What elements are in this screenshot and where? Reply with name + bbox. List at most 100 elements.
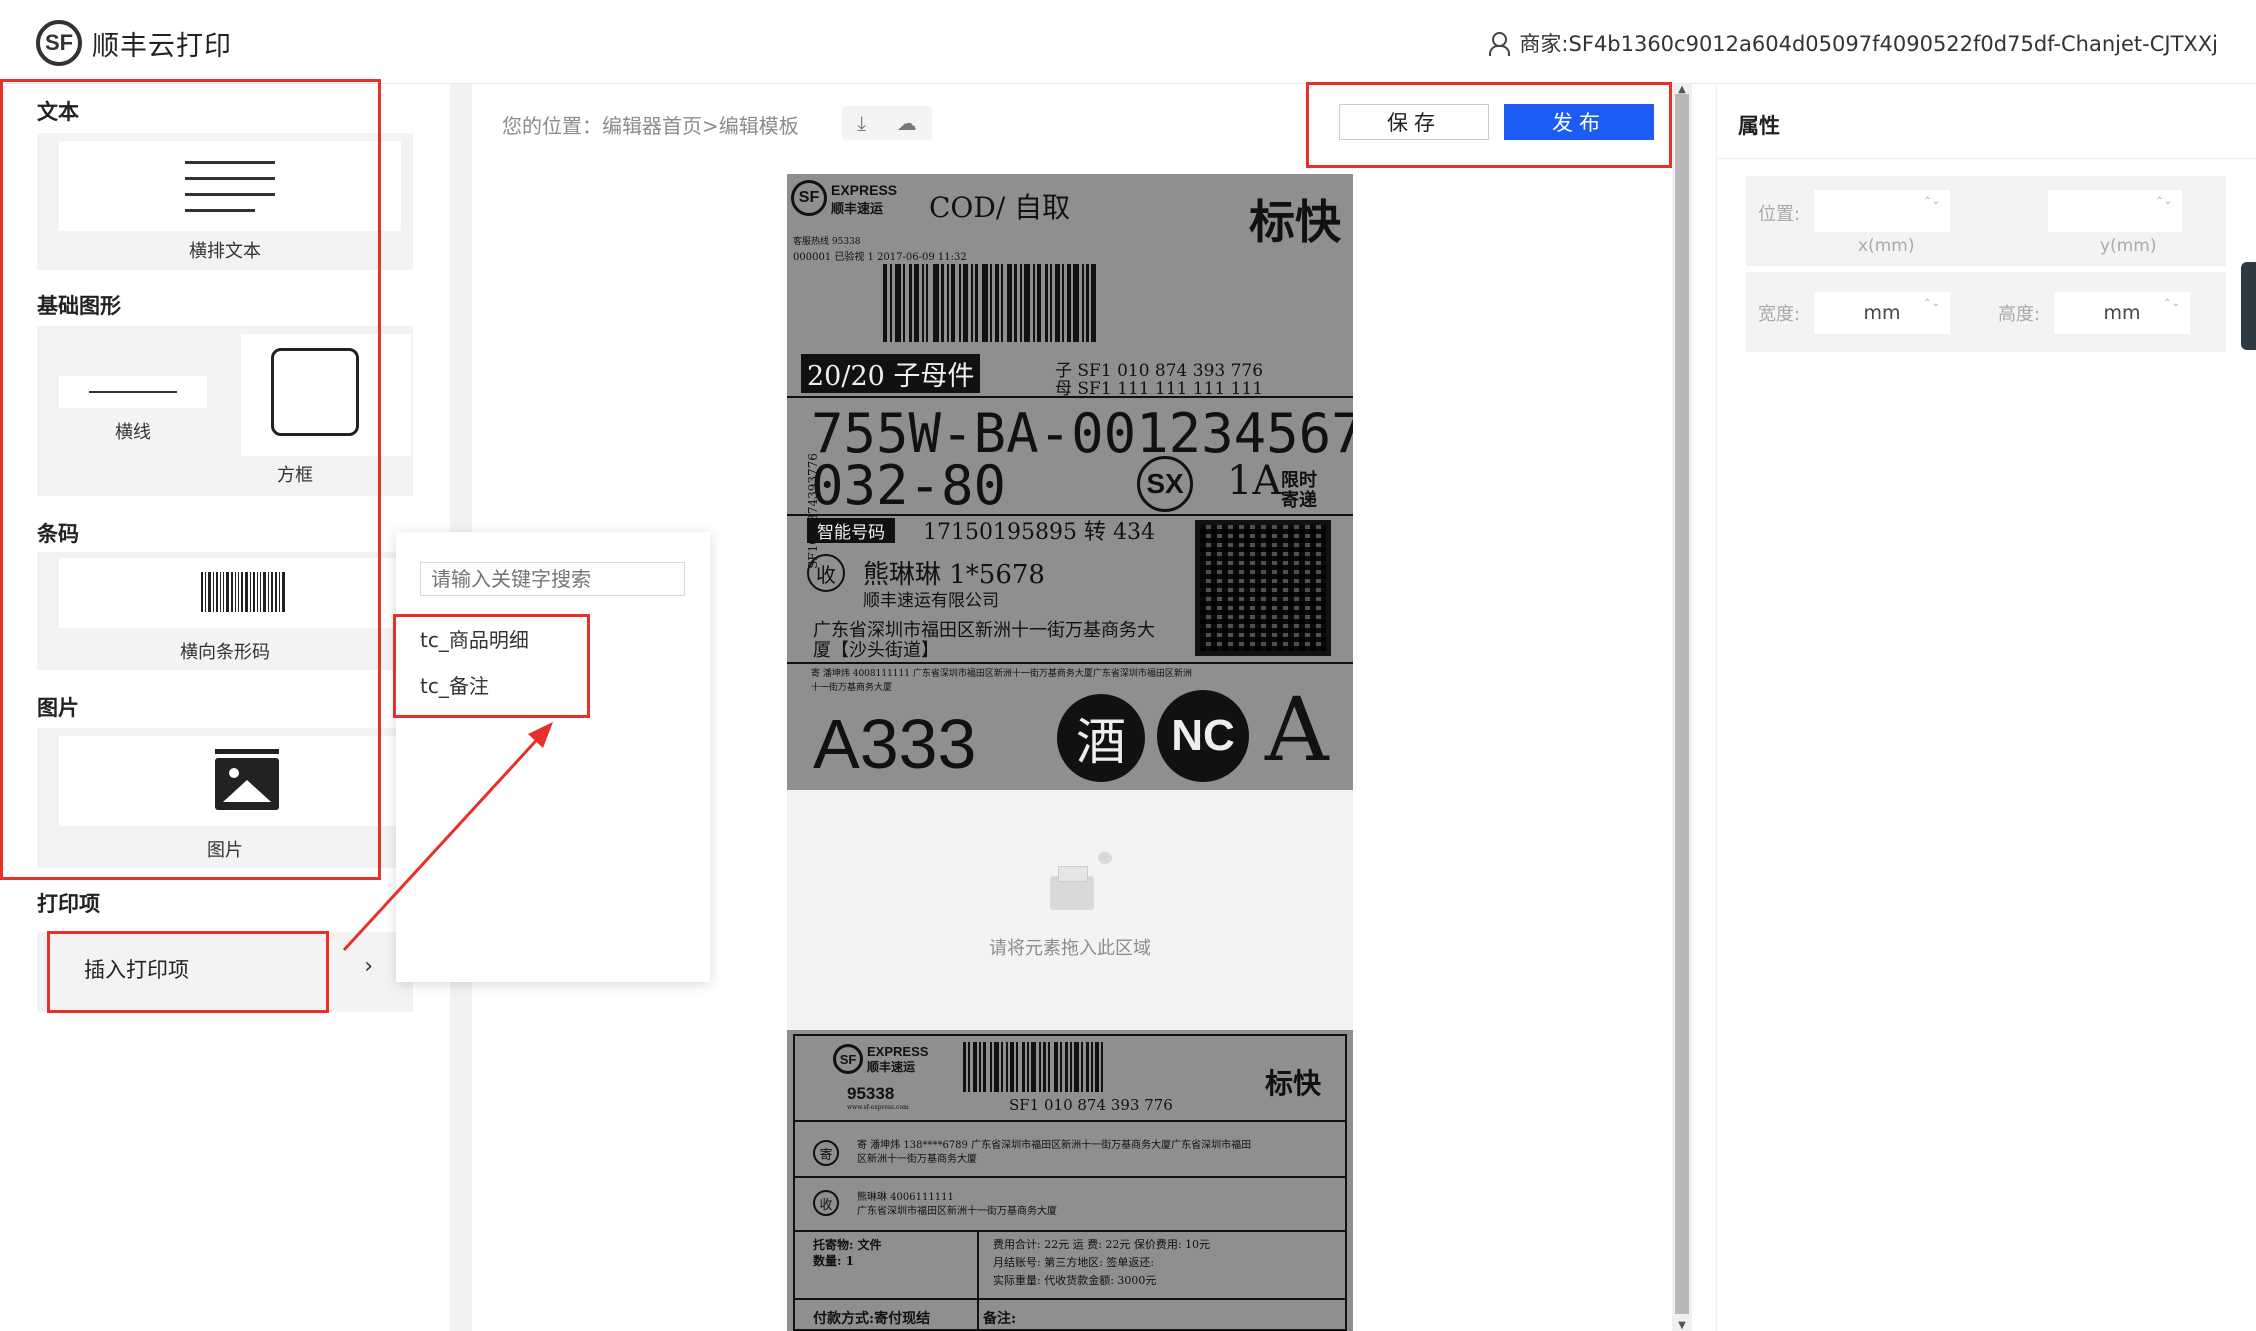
y-input[interactable]: ⌃⌄ — [2048, 190, 2182, 232]
waybill-template-stub[interactable]: SF EXPRESS 顺丰速运 95338 www.sf-express.com… — [787, 1030, 1353, 1331]
stub-quantity: 数量: 1 — [813, 1254, 854, 1268]
site-url: www.sf-express.com — [847, 1104, 909, 1111]
image-label: 图片 — [207, 840, 243, 861]
stub-payment: 付款方式:寄付现结 — [813, 1311, 931, 1327]
width-unit: mm — [1863, 302, 1901, 324]
width-label: 宽度: — [1758, 304, 1801, 325]
sf-express-logo-icon: SF — [791, 180, 827, 216]
brand-text: EXPRESS — [831, 182, 898, 198]
receiver-address-2: 厦【沙头街道】 — [813, 640, 939, 661]
upload-cloud-icon[interactable]: ☁ — [897, 111, 917, 135]
drop-zone-hint: 请将元素拖入此区域 — [989, 938, 1151, 959]
properties-divider — [1716, 158, 2256, 159]
divider — [793, 1120, 1347, 1122]
height-label: 高度: — [1998, 304, 2041, 325]
stub-fees-3: 实际重量: 代收货款金额: 3000元 — [993, 1274, 1157, 1287]
text-lines-icon — [185, 161, 275, 225]
barcode-icon — [201, 572, 287, 612]
height-unit: mm — [2103, 302, 2141, 324]
canvas-scrollbar[interactable]: ▲ ▼ — [1672, 84, 1692, 1331]
horizontal-text-label: 横排文本 — [189, 241, 261, 262]
properties-title: 属性 — [1738, 114, 1780, 138]
x-input[interactable]: ⌃⌄ — [1814, 190, 1950, 232]
print-item-search-input[interactable] — [420, 562, 685, 596]
position-row: 位置: ⌃⌄ x(mm) ⌃⌄ y(mm) — [1746, 176, 2226, 266]
sx-badge: SX — [1137, 456, 1193, 512]
wine-badge: 酒 — [1057, 694, 1145, 782]
multi-piece-tag: 20/20 子母件 — [801, 354, 981, 393]
line-tile[interactable] — [59, 376, 207, 408]
divider — [793, 1298, 1347, 1300]
chevron-right-icon[interactable]: › — [364, 954, 373, 979]
insert-print-item-button[interactable]: 插入打印项 › — [37, 932, 413, 1012]
divider — [793, 1176, 1347, 1178]
brand-cn-text: 顺丰速运 — [831, 202, 884, 217]
position-label: 位置: — [1758, 204, 1801, 225]
image-tile[interactable] — [59, 736, 401, 826]
text-tiles: 横排文本 — [37, 133, 413, 270]
box-tile[interactable] — [241, 334, 411, 456]
stub-fees-1: 费用合计: 22元 运 费: 22元 保价费用: 10元 — [993, 1238, 1211, 1251]
section-title-shapes: 基础图形 — [37, 294, 121, 318]
stub-sender: 寄 潘坤炜 138****6789 广东省深圳市福田区新洲十一街万基商务大厦广东… — [857, 1140, 1252, 1151]
section-title-barcode: 条码 — [37, 522, 79, 546]
sender-mark: 寄 — [813, 1140, 839, 1166]
drop-zone[interactable]: 请将元素拖入此区域 — [787, 790, 1353, 1030]
receiver-mark-2: 收 — [813, 1190, 839, 1216]
height-spinner-icon[interactable]: ⌃⌄ — [2163, 296, 2180, 312]
stub-service-type: 标快 — [1265, 1067, 1322, 1100]
time-limit-2: 寄递 — [1281, 490, 1317, 511]
divider — [793, 1230, 1347, 1232]
hotline-2: 95338 — [847, 1084, 895, 1103]
download-icon[interactable]: ⤓ — [857, 111, 866, 135]
barcode-tile[interactable] — [59, 558, 401, 628]
brand-cn-text-2: 顺丰速运 — [867, 1060, 916, 1074]
x-unit-label: x(mm) — [1858, 236, 1915, 256]
nc-badge: NC — [1157, 690, 1249, 782]
barcode-label: 横向条形码 — [180, 642, 270, 663]
sender-info: 寄 潘坤炜 4008111111 广东省深圳市福田区新洲十一街万基商务大厦广东省… — [811, 669, 1192, 679]
a-badge: A — [1265, 678, 1329, 781]
smart-number-tag: 智能号码 — [807, 518, 895, 543]
stub-receiver: 熊琳琳 4006111111 — [857, 1192, 954, 1203]
smart-phone-number: 17150195895 转 434 — [923, 520, 1155, 545]
y-unit-label: y(mm) — [2100, 236, 2157, 256]
image-icon — [215, 749, 279, 810]
line-label: 横线 — [115, 422, 151, 443]
width-input[interactable]: mm ⌃⌄ — [1814, 292, 1950, 334]
stub-sender-2: 区新洲十一街万基商务大厦 — [857, 1154, 977, 1165]
stub-waybill-number: SF1 010 874 393 776 — [1009, 1096, 1173, 1114]
shape-tiles: 横线 方框 — [37, 326, 413, 496]
height-input[interactable]: mm ⌃⌄ — [2054, 292, 2190, 334]
divider — [977, 1230, 979, 1331]
merchant-account[interactable]: 商家:SF4b1360c9012a604d05097f4090522f0d75d… — [1489, 28, 2218, 58]
insert-print-item-label: 插入打印项 — [84, 958, 189, 982]
receiver-company: 顺丰速运有限公司 — [863, 591, 999, 611]
cod-text: COD/ 自取 — [929, 191, 1071, 224]
printer-icon — [1050, 852, 1112, 910]
section-title-image: 图片 — [37, 696, 79, 720]
side-drawer-handle[interactable] — [2241, 262, 2256, 350]
horizontal-text-tile[interactable] — [59, 141, 401, 231]
print-item-product-detail[interactable]: tc_商品明细 — [420, 624, 529, 653]
sf-express-logo-icon-2: SF — [833, 1044, 863, 1074]
user-icon — [1489, 32, 1511, 56]
box-icon — [271, 348, 359, 436]
scrollbar-thumb[interactable] — [1675, 94, 1689, 1314]
save-button[interactable]: 保存 — [1339, 104, 1489, 140]
waybill-template-main[interactable]: SF EXPRESS 顺丰速运 COD/ 自取 标快 客服热线 95338 00… — [787, 174, 1353, 790]
divider — [787, 662, 1353, 664]
breadcrumb: 您的位置：编辑器首页>编辑模板 — [502, 114, 799, 138]
inspection-line: 000001 已验视 1 2017-06-09 11:32 — [793, 252, 967, 263]
sender-info-2: 十一街万基商务大厦 — [811, 683, 893, 693]
app-title: 顺丰云打印 — [92, 31, 232, 62]
x-spinner-icon[interactable]: ⌃⌄ — [1923, 194, 1940, 210]
width-spinner-icon[interactable]: ⌃⌄ — [1923, 296, 1940, 312]
stub-note: 备注: — [983, 1311, 1017, 1327]
publish-button[interactable]: 发布 — [1504, 104, 1654, 140]
print-item-popup: tc_商品明细 tc_备注 — [396, 532, 710, 982]
print-item-remark[interactable]: tc_备注 — [420, 670, 489, 699]
y-spinner-icon[interactable]: ⌃⌄ — [2155, 194, 2172, 210]
image-tiles: 图片 — [37, 728, 413, 868]
stub-item: 托寄物: 文件 — [813, 1238, 882, 1252]
